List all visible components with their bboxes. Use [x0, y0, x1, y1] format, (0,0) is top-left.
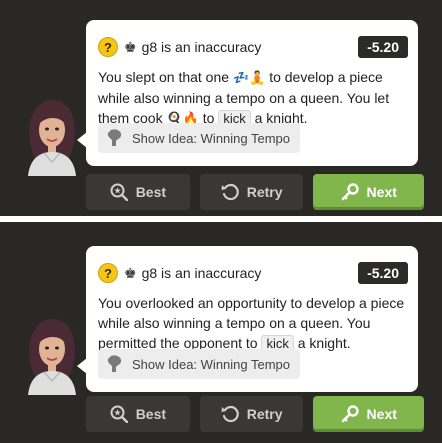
- action-buttons: Best Retry Next: [86, 396, 424, 432]
- best-label: Best: [135, 184, 167, 200]
- coach-message: You slept on that one 💤🧘 to develop a pi…: [98, 69, 390, 128]
- coach-panel: ? ♚ g8 is an inaccuracy -5.20 You overlo…: [0, 222, 442, 443]
- move-title: g8 is an inaccuracy: [141, 265, 262, 281]
- move-header: ? ♚ g8 is an inaccuracy: [98, 262, 261, 284]
- coach-avatar: [28, 319, 76, 395]
- retry-button[interactable]: Retry: [199, 174, 304, 210]
- king-icon: ♚: [124, 264, 137, 281]
- best-label: Best: [135, 406, 167, 422]
- key-icon: [341, 183, 359, 201]
- magnifier-star-icon: [110, 405, 128, 423]
- question-icon: ?: [98, 37, 118, 57]
- best-button[interactable]: Best: [86, 174, 190, 210]
- retry-button[interactable]: Retry: [199, 396, 304, 432]
- show-idea-button[interactable]: Show Idea: Winning Tempo: [98, 349, 301, 379]
- question-icon: ?: [98, 263, 118, 283]
- coach-panel: ? ♚ g8 is an inaccuracy -5.20 You slept …: [0, 0, 442, 216]
- lightbulb-icon: [107, 129, 122, 146]
- coach-message-bubble: ? ♚ g8 is an inaccuracy -5.20 You slept …: [77, 20, 418, 166]
- next-label: Next: [366, 184, 397, 200]
- evaluation-badge: -5.20: [358, 36, 408, 58]
- next-button[interactable]: Next: [313, 174, 424, 210]
- key-icon: [341, 405, 359, 423]
- evaluation-badge: -5.20: [358, 262, 408, 284]
- move-header: ? ♚ g8 is an inaccuracy: [98, 36, 261, 58]
- show-idea-label: Show Idea: Winning Tempo: [132, 130, 291, 146]
- coach-message-bubble: ? ♚ g8 is an inaccuracy -5.20 You overlo…: [77, 246, 418, 392]
- retry-label: Retry: [246, 184, 283, 200]
- next-label: Next: [366, 406, 397, 422]
- show-idea-label: Show Idea: Winning Tempo: [132, 356, 291, 372]
- sleep-emoji: 💤🧘: [232, 70, 266, 85]
- coach-message: You overlooked an opportunity to develop…: [98, 295, 405, 353]
- retry-label: Retry: [246, 406, 283, 422]
- next-button[interactable]: Next: [313, 396, 424, 432]
- lightbulb-icon: [107, 355, 122, 372]
- show-idea-button[interactable]: Show Idea: Winning Tempo: [98, 123, 301, 153]
- action-buttons: Best Retry Next: [86, 174, 424, 210]
- retry-icon: [221, 183, 239, 201]
- move-title: g8 is an inaccuracy: [141, 39, 262, 55]
- magnifier-star-icon: [110, 183, 128, 201]
- coach-avatar: [28, 100, 76, 176]
- retry-icon: [221, 405, 239, 423]
- best-button[interactable]: Best: [86, 396, 190, 432]
- king-icon: ♚: [124, 38, 137, 55]
